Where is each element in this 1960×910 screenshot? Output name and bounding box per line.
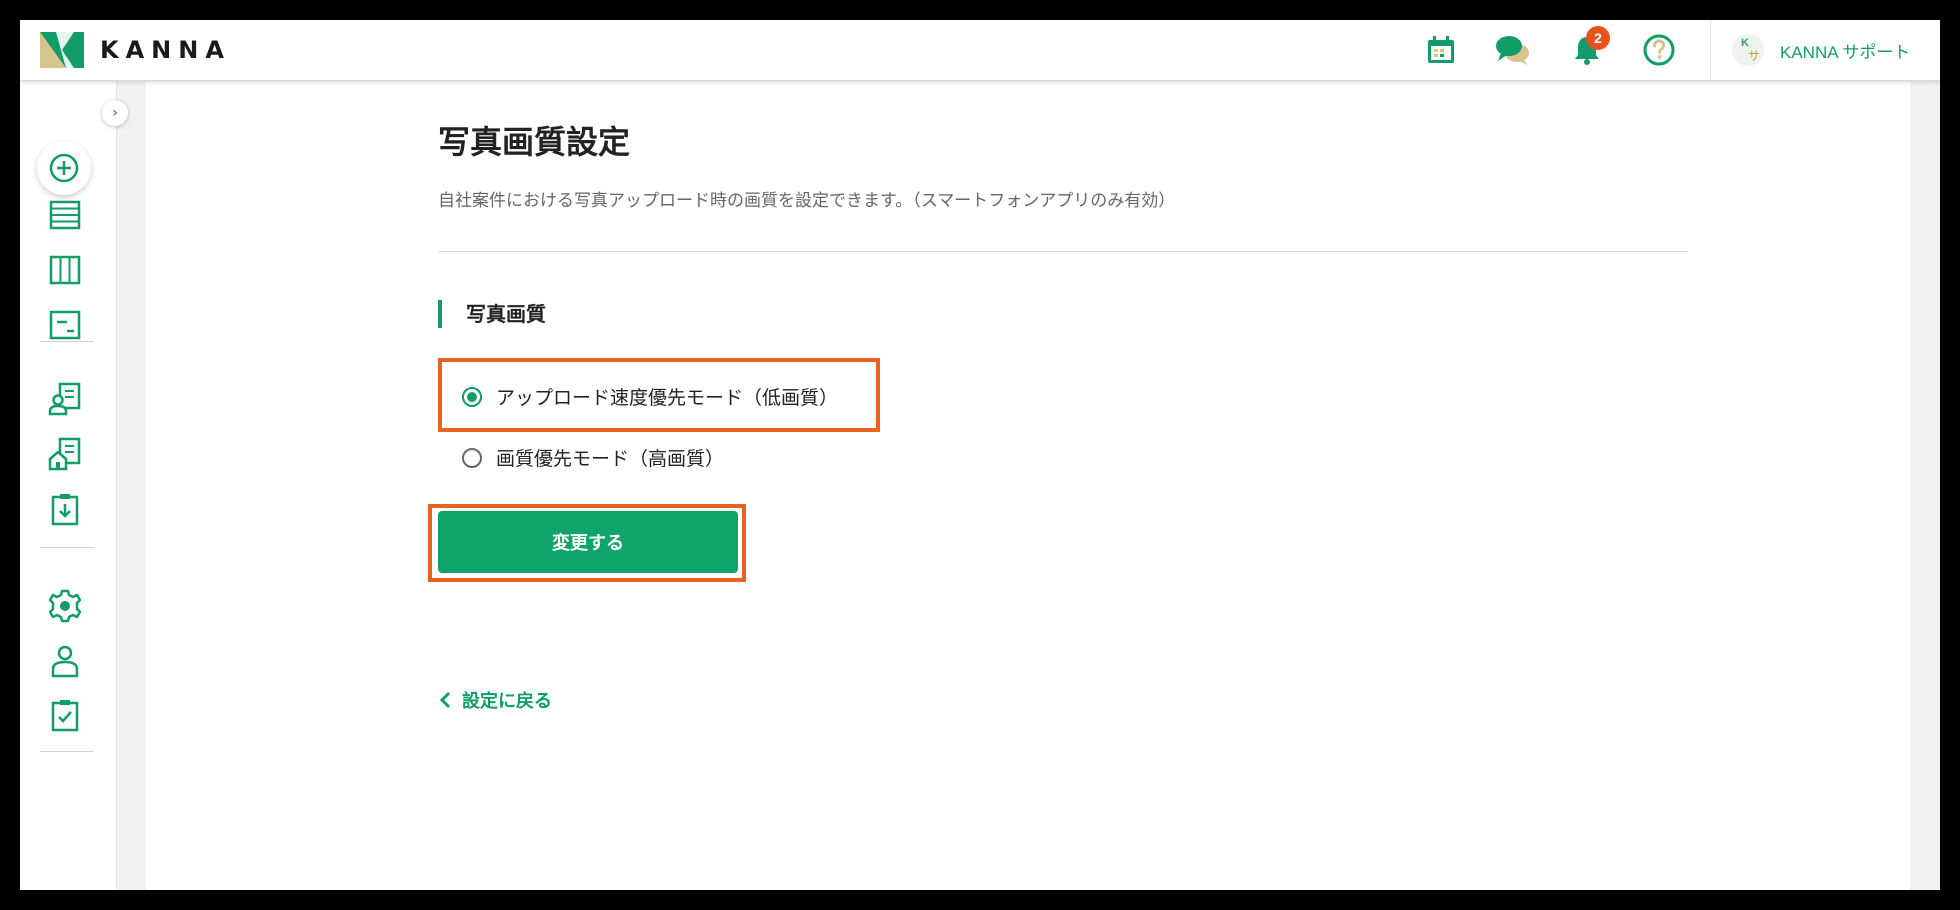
sidebar-divider [40,751,94,752]
logo[interactable]: KANNA [40,32,231,68]
page-title: 写真画質設定 [438,123,631,161]
sidebar-item-building-document[interactable] [45,434,85,474]
logo-text: KANNA [100,36,231,64]
radio-button[interactable] [462,386,482,407]
sidebar [20,81,117,890]
chat-button[interactable] [1494,31,1532,69]
sidebar-item-list[interactable] [45,195,85,235]
board-icon [49,255,81,285]
content-area: 写真画質設定 自社案件における写真アップロード時の画質を設定できます。（スマート… [146,81,1910,890]
sidebar-item-download-clipboard[interactable] [45,489,85,529]
sidebar-item-settings[interactable] [45,586,85,626]
sidebar-item-user[interactable] [45,641,85,681]
user-icon [51,645,79,678]
notification-badge: 2 [1586,26,1610,50]
download-clipboard-icon [51,494,79,526]
add-icon [49,153,79,183]
sidebar-divider [40,341,94,342]
avatar: K サ [1732,34,1764,66]
back-link-label: 設定に戻る [462,691,552,712]
card-icon [49,310,81,340]
sidebar-item-card[interactable] [45,305,85,345]
back-to-settings-link[interactable]: 設定に戻る [438,687,552,713]
chevron-right-icon: › [112,105,118,121]
user-divider [1710,20,1711,80]
section-heading: 写真画質 [438,300,546,328]
radio-label: 画質優先モード（高画質） [496,448,725,470]
user-menu[interactable]: K サ KANNA サポート [1732,34,1910,66]
sidebar-divider [40,547,94,548]
notifications-button[interactable]: 2 [1568,26,1610,69]
divider [438,251,1688,252]
list-icon [49,200,81,230]
submit-button[interactable]: 変更する [438,511,738,573]
client-document-icon [48,382,81,416]
sidebar-expand-button[interactable]: › [102,100,128,126]
user-name: KANNA サポート [1780,42,1911,62]
help-icon [1643,34,1675,66]
help-button[interactable] [1640,31,1678,69]
sidebar-item-check-clipboard[interactable] [45,695,85,735]
chat-icon [1496,36,1529,65]
check-clipboard-icon [51,700,79,732]
settings-icon [48,589,82,623]
top-bar: KANNA 2 K サ KANNA サポート [20,20,1940,81]
chevron-left-icon [439,691,451,709]
sidebar-item-add[interactable] [37,141,91,195]
radio-option-low-quality[interactable]: アップロード速度優先モード（低画質） [462,383,838,410]
radio-button[interactable] [462,447,482,468]
app-window: KANNA 2 K サ KANNA サポート › 写真画質設定 自社案件における… [20,20,1940,890]
kanna-logo-icon [40,32,84,68]
radio-label: アップロード速度優先モード（低画質） [496,387,839,409]
radio-option-high-quality[interactable]: 画質優先モード（高画質） [462,444,724,471]
sidebar-item-board[interactable] [45,250,85,290]
sidebar-item-client-document[interactable] [45,379,85,419]
building-document-icon [48,437,81,471]
calendar-button[interactable] [1422,31,1460,69]
calendar-icon [1428,36,1454,63]
page-description: 自社案件における写真アップロード時の画質を設定できます。（スマートフォンアプリの… [438,191,1176,211]
